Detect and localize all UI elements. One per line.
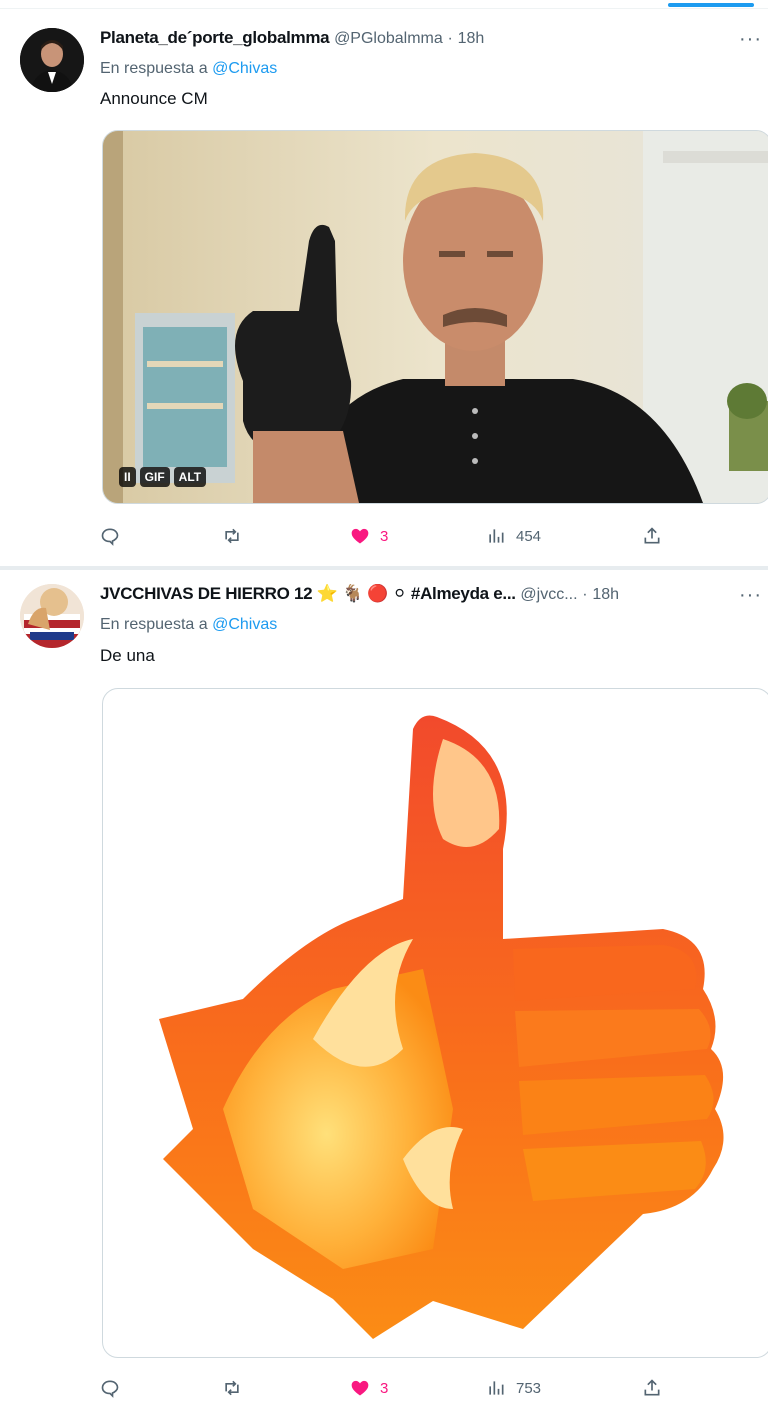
handle[interactable]: @PGlobalmma [334,30,443,47]
display-name[interactable]: Planeta_de´porte_globalmma [100,28,330,47]
reply-button[interactable] [100,1374,130,1402]
tweet-actions: 3 454 [100,522,680,550]
separator: · [582,586,588,603]
like-button[interactable]: 3 [350,1374,388,1402]
more-icon[interactable]: ··· [739,584,762,607]
reply-mention[interactable]: @Chivas [212,616,277,633]
avatar[interactable] [20,584,84,648]
tweet-image[interactable] [102,688,768,1358]
reply-mention[interactable]: @Chivas [212,60,277,77]
reply-icon [101,1380,119,1398]
timestamp[interactable]: 18h [592,586,619,603]
retweet-icon [225,528,239,544]
separator: · [447,30,453,47]
gif-badge: GIF [139,467,170,487]
like-count: 3 [380,527,389,545]
tweet[interactable]: JVCCHIVAS DE HIERRO 12 ⭐ 🐐 🔴 ⚪ #Almeyda … [0,570,768,1420]
tweet-text: De una [100,646,155,665]
view-count: 753 [516,1379,542,1397]
retweet-icon [225,1380,239,1396]
retweet-button[interactable] [222,1374,252,1402]
share-button[interactable] [642,522,662,550]
reply-prefix: En respuesta a [100,616,208,633]
active-tab-indicator [668,3,754,7]
reply-icon [101,528,119,546]
tweet-header: Planeta_de´porte_globalmma @PGlobalmma ·… [100,28,768,54]
pause-icon[interactable]: II [119,467,136,487]
share-button[interactable] [642,1374,662,1402]
views-icon [489,529,504,543]
share-icon [644,527,660,544]
media-badges: II GIF ALT [119,467,207,487]
retweet-button[interactable] [222,522,252,550]
reply-context: En respuesta a @Chivas [100,616,277,634]
views-icon [489,1381,504,1395]
tweet-text: Announce CM [100,89,208,108]
timestamp[interactable]: 18h [458,30,485,47]
divider [0,8,768,9]
share-icon [644,1379,660,1396]
reply-button[interactable] [100,522,130,550]
views-button[interactable]: 753 [486,1374,541,1402]
alt-badge[interactable]: ALT [173,467,207,487]
tweet[interactable]: Planeta_de´porte_globalmma @PGlobalmma ·… [0,14,768,566]
fire-thumbs-up-icon [159,715,724,1339]
view-count: 454 [516,527,542,545]
gif-thumbs-up-man [103,131,768,503]
tweet-header: JVCCHIVAS DE HIERRO 12 ⭐ 🐐 🔴 ⚪ #Almeyda … [100,584,768,610]
like-button[interactable]: 3 [350,522,388,550]
heart-icon [351,1380,369,1396]
avatar[interactable] [20,28,84,92]
more-icon[interactable]: ··· [739,28,762,51]
reply-context: En respuesta a @Chivas [100,60,277,78]
tweet-actions: 3 753 [100,1374,680,1402]
tweet-gif[interactable]: II GIF ALT [102,130,768,504]
views-button[interactable]: 454 [486,522,541,550]
heart-icon [351,528,369,544]
handle[interactable]: @jvcc... [520,586,577,603]
like-count: 3 [380,1379,389,1397]
reply-prefix: En respuesta a [100,60,208,77]
display-name[interactable]: JVCCHIVAS DE HIERRO 12 ⭐ 🐐 🔴 ⚪ #Almeyda … [100,584,516,603]
